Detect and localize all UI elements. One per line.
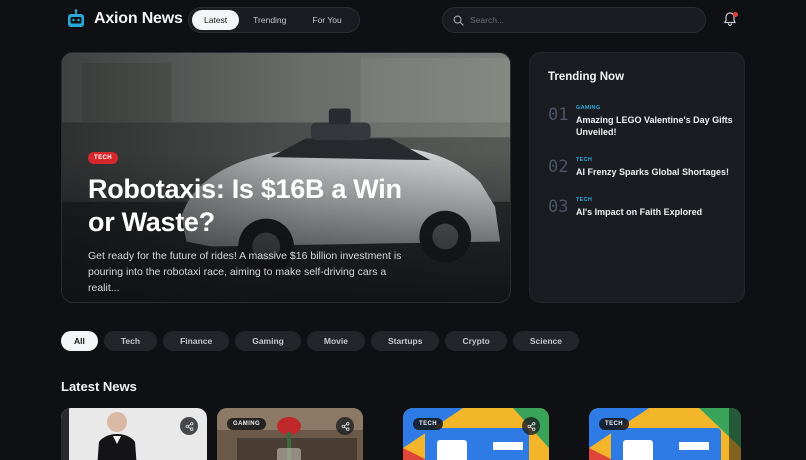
category-filters: All Tech Finance Gaming Movie Startups C… xyxy=(61,331,579,351)
tab-trending[interactable]: Trending xyxy=(241,10,298,30)
notification-dot xyxy=(733,12,738,17)
card-category-badge[interactable]: GAMING xyxy=(227,418,267,430)
search-icon xyxy=(453,15,464,26)
card-category-badge[interactable]: TECH xyxy=(599,418,629,430)
trending-category: TECH xyxy=(576,197,593,203)
trending-category: TECH xyxy=(576,157,593,163)
nav-tabs: Latest Trending For You xyxy=(188,7,360,33)
search-bar[interactable] xyxy=(442,7,706,33)
latest-news-heading: Latest News xyxy=(61,379,137,394)
filter-science[interactable]: Science xyxy=(512,331,579,351)
tab-for-you[interactable]: For You xyxy=(300,10,353,30)
filter-gaming[interactable]: Gaming xyxy=(235,331,301,351)
filter-movie[interactable]: Movie xyxy=(306,331,365,351)
share-icon xyxy=(185,421,193,431)
filter-all[interactable]: All xyxy=(61,331,98,351)
filter-startups[interactable]: Startups xyxy=(370,331,440,351)
share-button[interactable] xyxy=(180,417,198,435)
trending-rank: 03 xyxy=(548,197,569,217)
news-card[interactable]: TECH xyxy=(403,408,549,460)
filter-crypto[interactable]: Crypto xyxy=(445,331,507,351)
brand-name: Axion News xyxy=(94,10,183,27)
card-category-badge[interactable]: TECH xyxy=(413,418,443,430)
tab-latest[interactable]: Latest xyxy=(192,10,240,30)
filter-finance[interactable]: Finance xyxy=(163,331,230,351)
trending-headline[interactable]: AI's Impact on Faith Explored xyxy=(576,206,741,218)
trending-title: Trending Now xyxy=(548,71,625,83)
share-icon xyxy=(527,421,535,431)
trending-headline[interactable]: AI Frenzy Sparks Global Shortages! xyxy=(576,166,741,178)
trending-panel: Trending Now 01 GAMING Amazing LEGO Vale… xyxy=(529,52,745,303)
brand-logo[interactable]: Axion News xyxy=(66,9,183,29)
card-image xyxy=(589,408,741,460)
filter-tech[interactable]: Tech xyxy=(103,331,158,351)
hero-article[interactable]: TECH Robotaxis: Is $16B a Win or Waste? … xyxy=(61,52,511,303)
news-card[interactable] xyxy=(61,408,207,460)
hero-title[interactable]: Robotaxis: Is $16B a Win or Waste? xyxy=(88,173,418,239)
trending-category: GAMING xyxy=(576,105,601,111)
share-button[interactable] xyxy=(336,417,354,435)
hero-excerpt: Get ready for the future of rides! A mas… xyxy=(88,250,402,294)
news-card[interactable]: TECH xyxy=(589,408,741,460)
robot-icon xyxy=(68,9,84,27)
hero-category-badge[interactable]: TECH xyxy=(88,152,118,164)
trending-rank: 01 xyxy=(548,105,569,125)
trending-rank: 02 xyxy=(548,157,569,177)
share-button[interactable] xyxy=(522,417,540,435)
share-icon xyxy=(341,421,349,431)
news-card[interactable]: GAMING xyxy=(217,408,363,460)
trending-headline[interactable]: Amazing LEGO Valentine's Day Gifts Unvei… xyxy=(576,114,741,138)
search-input[interactable] xyxy=(470,15,705,25)
